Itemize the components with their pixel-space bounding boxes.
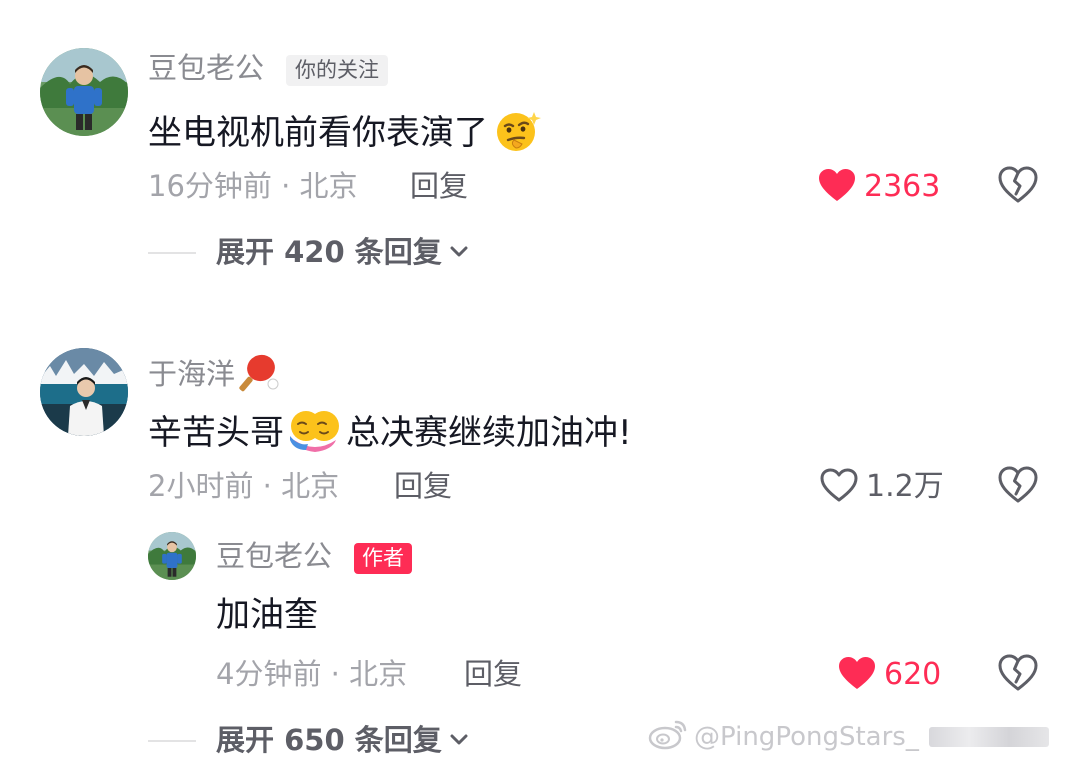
like-button[interactable]: 1.2万 xyxy=(820,468,944,505)
divider xyxy=(148,739,196,742)
reply-button[interactable]: 回复 xyxy=(464,660,522,689)
like-count: 1.2万 xyxy=(866,468,944,504)
chevron-down-icon xyxy=(450,245,468,261)
comment-text: 辛苦头哥 总决赛继续加油冲! xyxy=(148,406,632,460)
like-button[interactable]: 2363 xyxy=(818,168,940,205)
broken-heart-icon xyxy=(998,654,1038,696)
username[interactable]: 豆包老公 xyxy=(148,54,264,83)
username[interactable]: 于海洋 xyxy=(148,359,235,389)
heart-filled-icon xyxy=(818,168,856,205)
avatar[interactable] xyxy=(40,48,128,136)
like-count: 620 xyxy=(884,656,942,692)
broken-heart-icon xyxy=(998,166,1038,208)
comment-text: 加油奎 xyxy=(216,595,318,635)
avatar[interactable] xyxy=(148,532,196,580)
dislike-button[interactable] xyxy=(998,166,1038,208)
dislike-button[interactable] xyxy=(998,654,1038,696)
broken-heart-icon xyxy=(998,466,1038,508)
expand-replies-button[interactable]: 展开 420 条回复 xyxy=(148,238,468,267)
following-badge: 你的关注 xyxy=(286,55,388,86)
heart-filled-icon xyxy=(838,656,876,693)
expand-replies-label: 展开 650 条回复 xyxy=(216,723,442,757)
comment-body: 坐电视机前看你表演了 xyxy=(148,113,488,153)
like-button[interactable]: 620 xyxy=(838,656,941,693)
author-badge: 作者 xyxy=(354,543,412,574)
avatar[interactable] xyxy=(40,348,128,436)
comment-meta: 16分钟前 · 北京 xyxy=(148,169,358,203)
comment-meta: 4分钟前 · 北京 xyxy=(216,657,408,691)
comment-body-end: 总决赛继续加油冲! xyxy=(346,413,632,453)
ping-pong-paddle-emoji xyxy=(237,352,279,396)
expand-replies-button[interactable]: 展开 650 条回复 xyxy=(148,726,468,755)
divider xyxy=(148,251,196,254)
smirk-thinking-emoji xyxy=(494,108,542,158)
dislike-button[interactable] xyxy=(998,466,1038,508)
watermark: @PingPongStars_ xyxy=(648,718,1049,755)
comment-text: 坐电视机前看你表演了 xyxy=(148,108,542,158)
weibo-icon xyxy=(648,718,688,755)
hug-emoji xyxy=(288,406,342,460)
expand-replies-label: 展开 420 条回复 xyxy=(216,235,442,269)
chevron-down-icon xyxy=(450,733,468,749)
username-row: 于海洋 xyxy=(148,352,279,396)
watermark-text: @PingPongStars_ xyxy=(694,721,919,752)
reply-button[interactable]: 回复 xyxy=(394,472,452,501)
reply-button[interactable]: 回复 xyxy=(410,172,468,201)
comment-body-start: 辛苦头哥 xyxy=(148,413,284,453)
heart-outline-icon xyxy=(820,468,858,505)
username[interactable]: 豆包老公 xyxy=(216,542,332,571)
blurred-region xyxy=(928,726,1049,747)
comment-meta: 2小时前 · 北京 xyxy=(148,469,340,503)
like-count: 2363 xyxy=(864,168,941,204)
